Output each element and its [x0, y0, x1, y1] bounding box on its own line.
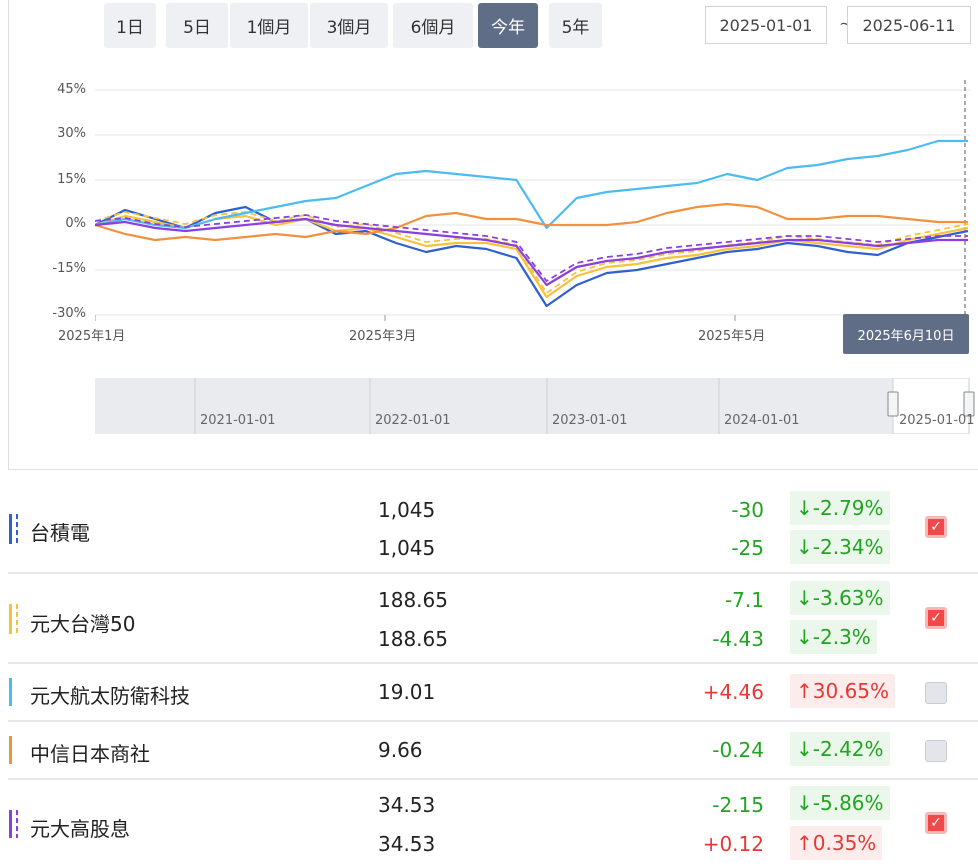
- pct-value: -2.79%: [812, 496, 884, 520]
- range-button-1d[interactable]: 1日: [104, 3, 156, 48]
- range-button-5d[interactable]: 5日: [166, 3, 228, 48]
- x-tick-label: 2025年1月: [58, 329, 126, 344]
- start-date-input[interactable]: 2025-01-01: [705, 6, 827, 44]
- navigator-year-label: 2025-01-01: [899, 413, 975, 428]
- x-tick-label: 2025年3月: [349, 329, 417, 344]
- y-tick-label: 30%: [57, 126, 86, 141]
- series-checkbox[interactable]: ✓: [925, 607, 947, 629]
- y-tick-label: -30%: [52, 306, 86, 321]
- arrow-down-icon: ↓: [796, 496, 813, 520]
- stock-price: 9.66: [378, 738, 423, 762]
- range-button-3m[interactable]: 3個月: [310, 3, 388, 48]
- stock-price: 1,045: [378, 536, 436, 560]
- stock-change-pct: ↓ -2.3%: [790, 620, 877, 654]
- arrow-down-icon: ↓: [796, 625, 813, 649]
- stock-change: -4.43: [712, 627, 764, 651]
- arrow-up-icon: ↑: [796, 831, 813, 855]
- row-divider: [8, 720, 978, 722]
- stock-row-0056: 元大高股息 34.53 -2.15 ↓ -5.86% 34.53 +0.12 ↑ 0…: [0, 784, 978, 867]
- stock-price: 19.01: [378, 680, 436, 704]
- stock-change-pct: ↓ -5.86%: [790, 786, 890, 820]
- series-line: [95, 139, 968, 230]
- series-checkbox[interactable]: [925, 682, 947, 704]
- stock-price: 34.53: [378, 832, 436, 856]
- navigator-year-label: 2024-01-01: [724, 413, 800, 428]
- stock-change-pct: ↑ 30.65%: [790, 674, 896, 708]
- stock-change: -25: [731, 536, 764, 560]
- range-button-1m[interactable]: 1個月: [230, 3, 308, 48]
- series-swatch-icon: [9, 678, 19, 706]
- stock-price: 1,045: [378, 498, 436, 522]
- range-button-ytd[interactable]: 今年: [478, 3, 538, 48]
- range-button-5y[interactable]: 5年: [549, 3, 602, 48]
- stock-change: +0.12: [702, 832, 764, 856]
- stock-row-japan-trading: 中信日本商社 9.66 -0.24 ↓ -2.42%: [0, 724, 978, 778]
- series-checkbox[interactable]: ✓: [925, 516, 947, 538]
- navigator-year-label: 2021-01-01: [200, 413, 276, 428]
- row-divider: [8, 778, 978, 780]
- series-swatch-icon: [9, 810, 19, 838]
- stock-name: 中信日本商社: [30, 742, 150, 766]
- y-tick-label: 15%: [57, 172, 86, 187]
- stock-change-pct: ↑ 0.35%: [790, 826, 883, 860]
- pct-value: -5.86%: [812, 791, 884, 815]
- arrow-down-icon: ↓: [796, 737, 813, 761]
- stock-change-pct: ↓ -2.34%: [790, 530, 890, 564]
- pct-value: -2.42%: [812, 737, 884, 761]
- range-button-6m[interactable]: 6個月: [393, 3, 473, 48]
- stock-change: -7.1: [724, 588, 764, 612]
- row-divider: [8, 572, 978, 574]
- stock-name: 元大高股息: [30, 817, 130, 841]
- stock-price: 188.65: [378, 627, 448, 651]
- stock-row-tsmc: 台積電 1,045 -30 ↓ -2.79% 1,045 -25 ↓ -2.34% …: [0, 488, 978, 572]
- stock-name: 台積電: [30, 521, 90, 545]
- row-divider: [8, 662, 978, 664]
- navigator-handle[interactable]: [887, 391, 899, 417]
- stock-change-pct: ↓ -2.79%: [790, 491, 890, 525]
- stock-change-pct: ↓ -3.63%: [790, 581, 890, 615]
- pct-value: -3.63%: [812, 586, 884, 610]
- stock-row-0050: 元大台灣50 188.65 -7.1 ↓ -3.63% 188.65 -4.43 …: [0, 578, 978, 662]
- stock-price: 188.65: [378, 588, 448, 612]
- navigator-year-label: 2023-01-01: [552, 413, 628, 428]
- stock-change: -2.15: [712, 793, 764, 817]
- series-checkbox[interactable]: [925, 740, 947, 762]
- stock-name: 元大航太防衛科技: [30, 684, 190, 708]
- stock-row-00960: 元大航太防衛科技 19.01 +4.46 ↑ 30.65%: [0, 666, 978, 720]
- stock-price: 34.53: [378, 793, 436, 817]
- arrow-down-icon: ↓: [796, 535, 813, 559]
- crosshair-date-tooltip: 2025年6月10日: [843, 314, 969, 354]
- y-tick-label: 0%: [65, 216, 86, 231]
- stock-change: +4.46: [702, 680, 764, 704]
- series-swatch-icon: [9, 514, 19, 544]
- series-line: [95, 202, 968, 242]
- navigator-year-label: 2022-01-01: [375, 413, 451, 428]
- pct-value: 30.65%: [812, 679, 890, 703]
- y-tick-label: 45%: [57, 82, 86, 97]
- arrow-up-icon: ↑: [796, 679, 813, 703]
- stock-change-pct: ↓ -2.42%: [790, 732, 890, 766]
- series-line: [95, 217, 968, 287]
- stock-change: -0.24: [712, 738, 764, 762]
- performance-chart[interactable]: [95, 80, 975, 325]
- series-swatch-icon: [9, 736, 19, 764]
- series-checkbox[interactable]: ✓: [925, 812, 947, 834]
- y-tick-label: -15%: [52, 261, 86, 276]
- x-tick-label: 2025年5月: [698, 329, 766, 344]
- pct-value: 0.35%: [812, 831, 877, 855]
- end-date-input[interactable]: 2025-06-11: [847, 6, 971, 44]
- stock-change: -30: [731, 498, 764, 522]
- series-line: [95, 214, 969, 299]
- pct-value: -2.34%: [812, 535, 884, 559]
- series-swatch-icon: [9, 604, 19, 634]
- pct-value: -2.3%: [812, 625, 871, 649]
- stock-name: 元大台灣50: [30, 612, 136, 636]
- arrow-down-icon: ↓: [796, 791, 813, 815]
- arrow-down-icon: ↓: [796, 586, 813, 610]
